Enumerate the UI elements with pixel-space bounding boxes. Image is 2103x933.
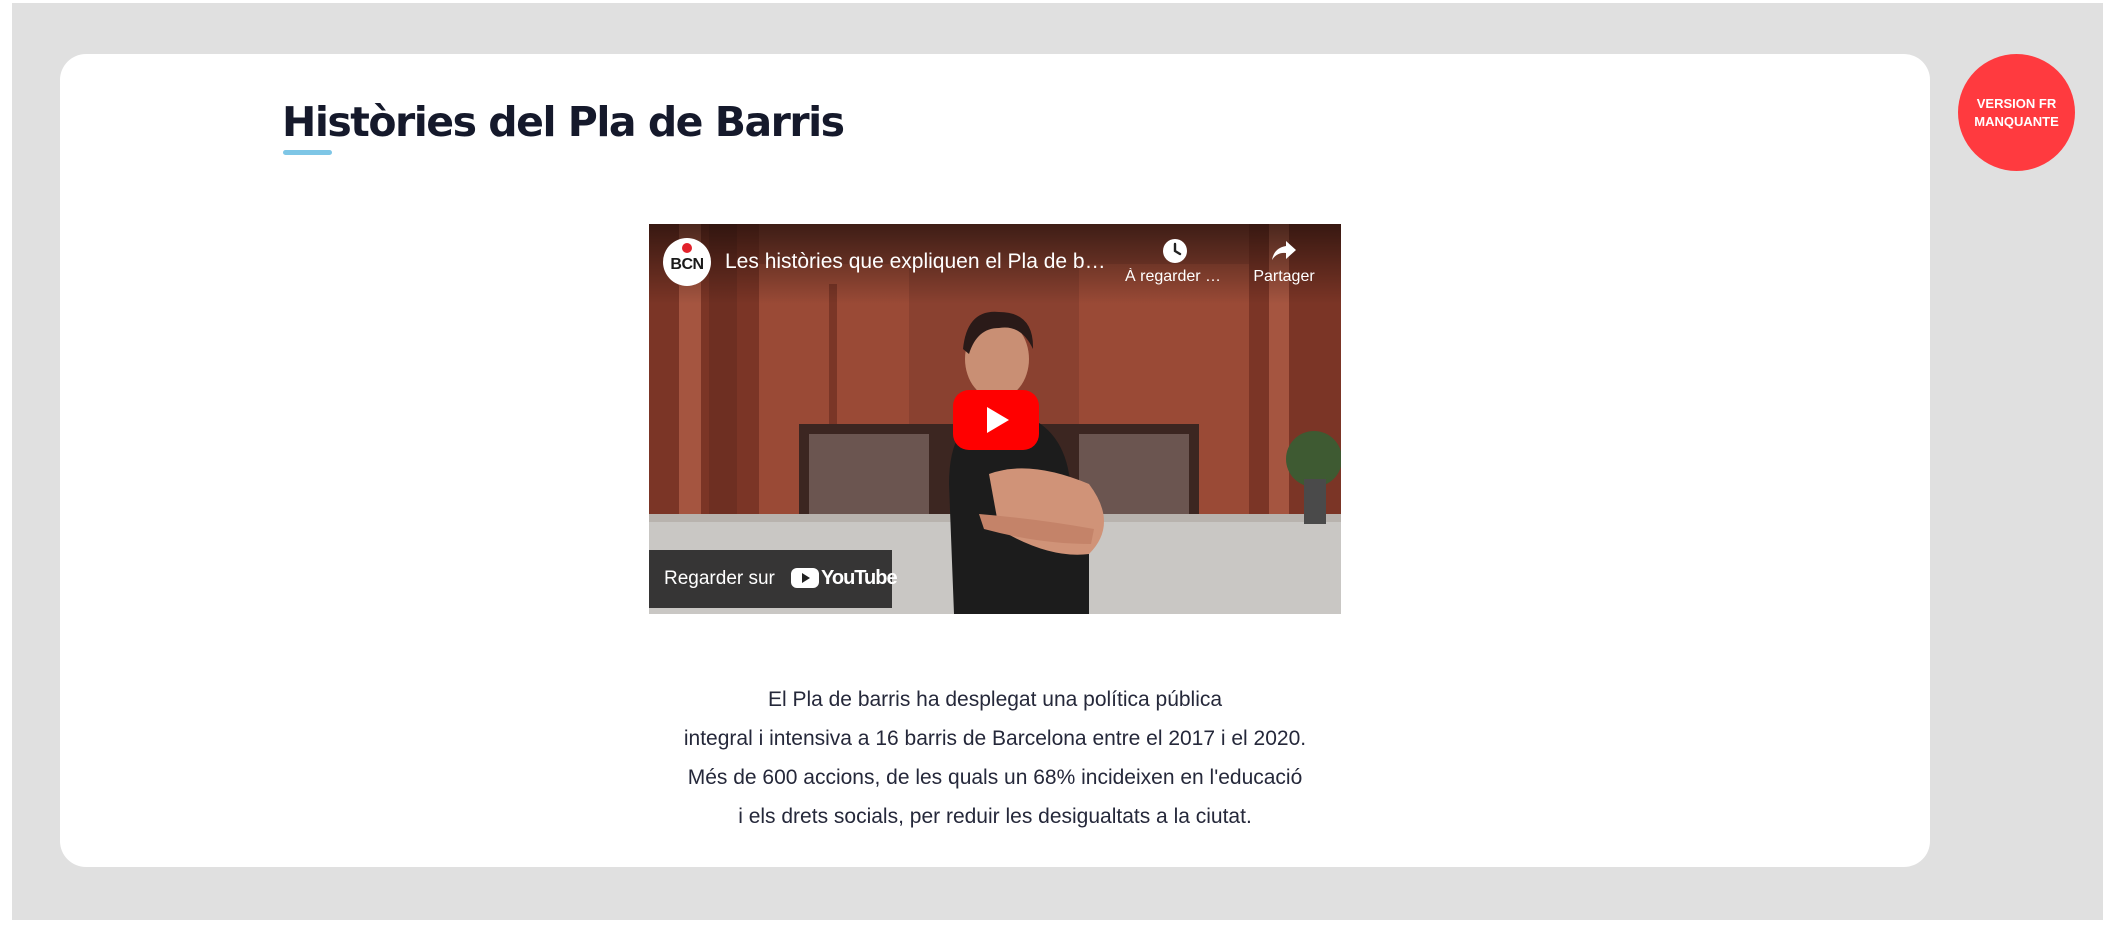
share-label: Partager (1253, 268, 1315, 285)
video-title[interactable]: Les històries que expliquen el Pla de ba… (725, 250, 1115, 274)
watch-on-youtube-button[interactable]: Regarder sur YouTube (649, 550, 898, 608)
description-line: integral i intensiva a 16 barris de Barc… (683, 727, 1307, 750)
description-line: Més de 600 accions, de les quals un 68% … (687, 766, 1303, 789)
page-title: Històries del Pla de Barris (282, 98, 845, 146)
play-icon[interactable] (953, 390, 1039, 450)
title-underline (283, 150, 332, 155)
badge-line-2: MANQUANTE (1974, 113, 2059, 129)
share-button[interactable]: Partager (1241, 238, 1327, 286)
watch-later-button[interactable]: À regarder plus tard (1119, 238, 1231, 286)
watch-later-label: À regarder plus tard (1125, 268, 1225, 285)
youtube-video-embed[interactable]: BCN Les històries que expliquen el Pla d… (649, 224, 1341, 614)
youtube-logo-icon (791, 568, 819, 588)
description-line: El Pla de barris ha desplegat una políti… (767, 688, 1223, 711)
channel-initials: BCN (670, 256, 704, 273)
channel-avatar[interactable]: BCN (663, 238, 711, 286)
channel-logo-dot (682, 243, 692, 253)
watch-on-label: Regarder sur (664, 568, 775, 589)
clock-icon (1163, 239, 1187, 263)
share-arrow-icon (1272, 241, 1296, 260)
missing-translation-badge[interactable]: VERSION FR MANQUANTE (1958, 54, 2075, 171)
description-text: El Pla de barris ha desplegat una políti… (549, 680, 1441, 836)
youtube-wordmark: YouTube (821, 567, 898, 589)
description-line: i els drets socials, per reduir les desi… (738, 805, 1252, 828)
badge-line-1: VERSION FR (1976, 95, 2057, 111)
